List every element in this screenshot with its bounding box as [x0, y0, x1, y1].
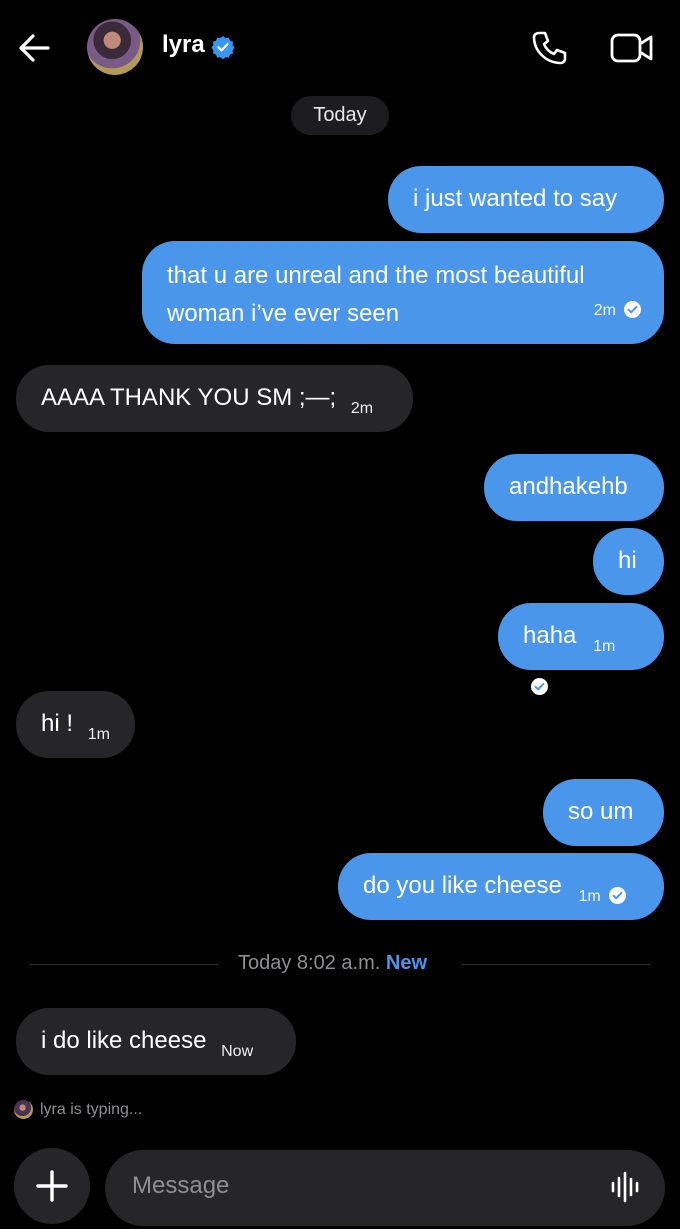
message-bubble-incoming[interactable]: i do like cheese Now — [16, 1008, 296, 1075]
message-bubble-outgoing[interactable]: hi — [593, 528, 664, 595]
check-circle-icon — [608, 887, 626, 904]
message-bubble-outgoing[interactable]: so um — [543, 779, 664, 846]
check-circle-icon — [624, 301, 641, 318]
message-text: andhakehb — [509, 473, 628, 500]
new-messages-divider: Today 8:02 a.m. New — [238, 952, 427, 975]
message-text: i do like cheese — [41, 1027, 207, 1054]
message-text: i just wanted to say — [413, 185, 618, 212]
message-bubble-incoming[interactable]: AAAA THANK YOU SM ;—; 2m — [16, 365, 413, 432]
typing-avatar — [14, 1100, 33, 1119]
video-camera-icon — [610, 33, 653, 63]
back-button[interactable] — [14, 28, 54, 68]
message-bubble-outgoing[interactable]: haha 1m — [498, 603, 664, 695]
new-label: New — [385, 952, 427, 974]
message-bubble-outgoing[interactable]: andhakehb — [484, 454, 664, 521]
message-bubble-outgoing[interactable]: do you like cheese 1m — [338, 853, 664, 920]
message-text: AAAA THANK YOU SM ;—; — [41, 384, 337, 411]
divider-line — [30, 964, 218, 965]
message-time: Now — [221, 1043, 254, 1060]
message-text: do you like cheese — [363, 872, 562, 899]
message-meta: 2m — [594, 292, 641, 330]
phone-icon — [532, 31, 567, 65]
message-placeholder: Message — [132, 1172, 230, 1199]
message-bubble-incoming[interactable]: hi ! 1m — [16, 691, 135, 758]
message-time: 1m — [87, 726, 110, 743]
verified-badge-icon — [211, 35, 235, 60]
message-bubble-outgoing[interactable]: that u are unreal and the most beautiful… — [142, 241, 664, 344]
message-time: 2m — [350, 400, 374, 417]
divider-line — [462, 964, 650, 965]
contact-name[interactable]: lyra — [162, 31, 205, 59]
audio-waveform-icon[interactable] — [609, 1170, 643, 1204]
check-circle-icon — [531, 678, 548, 695]
contact-avatar[interactable] — [87, 19, 143, 75]
call-button[interactable] — [530, 29, 568, 67]
typing-indicator: lyra is typing... — [14, 1100, 142, 1119]
divider-timestamp: Today 8:02 a.m. — [238, 952, 381, 974]
message-text: so um — [568, 798, 634, 825]
date-separator: Today — [291, 96, 389, 135]
message-bubble-outgoing[interactable]: i just wanted to say — [388, 166, 664, 233]
message-input[interactable]: Message — [105, 1150, 665, 1226]
video-call-button[interactable] — [610, 31, 654, 65]
message-text: haha — [523, 622, 577, 649]
message-time: 1m — [578, 888, 601, 905]
message-time: 1m — [593, 638, 616, 655]
message-text: hi — [618, 547, 637, 574]
message-time: 2m — [593, 302, 616, 319]
message-meta: 1m — [578, 887, 626, 905]
message-text: that u are unreal and the most beautiful… — [167, 262, 585, 327]
message-text: hi ! — [41, 710, 74, 737]
back-arrow-icon — [19, 34, 50, 62]
typing-text: lyra is typing... — [40, 1100, 143, 1118]
add-attachment-button[interactable] — [14, 1148, 90, 1224]
plus-icon — [36, 1170, 68, 1202]
